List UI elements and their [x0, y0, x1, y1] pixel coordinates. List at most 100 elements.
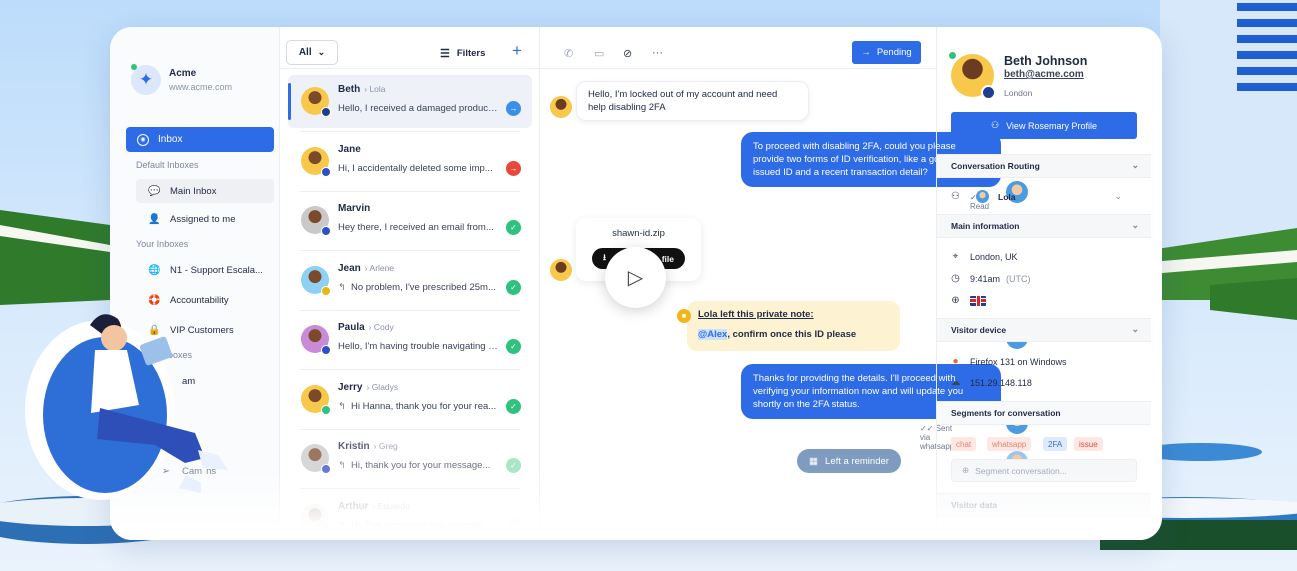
app-window: ✦ Acme www.acme.com ◉ Inbox Default Inbo… — [110, 27, 1162, 540]
download-label: file — [661, 253, 674, 264]
conversation-item[interactable]: Kristin › Greg ↰ Hi, thank you for your mes… — [288, 432, 532, 485]
device-ip: ☁ 151.29.148.118 — [950, 377, 1032, 388]
assignee: › Lola — [364, 84, 385, 94]
contact-name: Jerry — [338, 381, 363, 393]
segment-tag[interactable]: chat — [951, 437, 977, 451]
country-flag-icon — [321, 285, 331, 296]
chat-bubble-icon: 💬 — [148, 185, 161, 197]
list-divider — [300, 250, 520, 251]
contact-name: Jane — [338, 143, 361, 155]
message-bubble-incoming: Hello, I'm locked out of my account and … — [576, 81, 809, 121]
person-icon: ⚇ — [991, 120, 1000, 130]
file-name: shawn-id.zip — [612, 228, 665, 239]
conversation-routing-header[interactable]: Conversation Routing ⌄ — [937, 154, 1151, 178]
sidebar-item-n1-support[interactable]: 🌐 N1 - Support Escala... — [136, 258, 274, 282]
note-bookmark-icon: ■ — [677, 309, 691, 323]
chevron-right-icon: › — [364, 262, 368, 273]
list-divider — [300, 309, 520, 311]
conversation-preview: Hello, I received a damaged product... — [338, 103, 498, 114]
list-divider — [300, 488, 520, 489]
profile-location: London — [1004, 88, 1033, 98]
conversation-contact: Jerry › Gladys — [338, 382, 398, 393]
globe-icon: 🌐 — [148, 264, 161, 276]
conversation-item[interactable]: Jerry › Gladys ↰ Hi Hanna, thank you for yo… — [288, 373, 532, 426]
play-icon: ▷ — [627, 267, 644, 289]
reminder-chip[interactable]: ▦ Left a reminder — [797, 449, 901, 473]
person-icon: ⚇ — [951, 191, 960, 202]
mention-alex[interactable]: @Alex — [698, 329, 728, 340]
sidebar-item-main-inbox[interactable]: 💬 Main Inbox — [136, 179, 274, 203]
assignee-name: Lola — [369, 84, 386, 94]
more-icon[interactable]: ··· — [652, 47, 663, 59]
conversation-preview: ↰ Hi Hanna, thank you for your rea... — [338, 401, 498, 412]
info-local-time: ◷ 9:41am (UTC) — [950, 273, 1030, 284]
preview-text: Hello, I received a damaged product... — [338, 103, 498, 114]
plus-circle-icon: ⊕ — [962, 465, 970, 475]
conversation-contact: Kristin › Greg — [338, 441, 398, 452]
conversation-preview: Hey there, I received an email from... — [338, 222, 498, 233]
visitor-data-header[interactable]: Visitor data — [937, 493, 1151, 517]
block-icon[interactable]: ⊘ — [623, 47, 632, 60]
reply-icon: ↰ — [338, 400, 346, 412]
country-flag-icon — [321, 464, 331, 474]
segment-input[interactable]: ⊕ Segment conversation... — [951, 459, 1137, 482]
chat-toolbar: ✆ ▭ ⊘ ··· → Pending — [540, 27, 936, 69]
preview-text: Hi, thank you for your message... — [350, 460, 491, 471]
play-video-button[interactable]: ▷ — [605, 247, 666, 308]
chevron-down-icon: ⌄ — [1131, 324, 1139, 334]
filters-button[interactable]: ☰ Filters — [440, 47, 485, 60]
check-icon: ✓ — [506, 339, 521, 354]
sidebar-item-label: Assigned to me — [170, 213, 236, 225]
contact-name: Kristin — [338, 441, 370, 452]
chevron-down-icon: ⌄ — [317, 47, 326, 57]
chevron-down-icon: ⌄ — [1114, 191, 1123, 201]
conversation-item[interactable]: Paula › Cody Hello, I'm having trouble nav… — [288, 313, 532, 366]
conversation-item[interactable]: Beth › Lola Hello, I received a damaged pr… — [288, 75, 532, 128]
reminder-label: Left a reminder — [825, 455, 889, 467]
filter-select[interactable]: All ⌄ — [286, 40, 338, 65]
pending-button[interactable]: → Pending — [852, 41, 921, 64]
person-icon: 👤 — [148, 213, 161, 225]
conversation-preview: ↰ Hi, thank you for your message... — [338, 460, 498, 471]
conversation-preview: ↰ No problem, I've prescribed 25m... — [338, 282, 498, 293]
conversation-contact: Jane — [338, 144, 361, 155]
sidebar-item-assigned-to-me[interactable]: 👤 Assigned to me — [136, 207, 274, 231]
device-browser: ● Firefox 131 on Windows — [950, 356, 1066, 367]
conversation-item[interactable]: Jean › Arlene ↰ No problem, I've prescribed… — [288, 254, 532, 307]
sparkle-logo-icon: ✦ — [131, 64, 161, 95]
segment-tag[interactable]: issue — [1074, 437, 1103, 451]
segment-tag[interactable]: whatsapp — [987, 437, 1032, 451]
workspace-brand[interactable]: ✦ Acme www.acme.com — [131, 64, 232, 95]
inbox-button[interactable]: ◉ Inbox — [126, 127, 274, 152]
assignee-avatar — [976, 190, 989, 203]
sidebar-item-label: Main Inbox — [170, 185, 217, 197]
section-title: Visitor device — [951, 325, 1007, 335]
chevron-right-icon: › — [372, 500, 376, 511]
view-profile-button[interactable]: ⚇ View Rosemary Profile — [951, 112, 1137, 139]
map-pin-icon: ⌖ — [952, 251, 959, 262]
uk-flag-icon — [970, 295, 986, 306]
cloud-icon: ☁ — [950, 377, 961, 388]
phone-icon[interactable]: ✆ — [564, 47, 573, 60]
add-conversation-button[interactable]: + — [512, 41, 522, 61]
visitor-device-header[interactable]: Visitor device ⌄ — [937, 318, 1151, 342]
conversation-item[interactable]: Marvin Hey there, I received an email fro… — [288, 194, 532, 247]
conversation-preview: Hi, I accidentally deleted some imp... — [338, 163, 498, 174]
note-text: , confirm once this ID please — [727, 329, 857, 340]
conversation-contact: Beth › Lola — [338, 84, 386, 95]
routing-assignee-select[interactable]: ⚇ Lola ⌄ — [950, 190, 1122, 203]
country-flag-icon — [321, 523, 331, 534]
video-icon[interactable]: ▭ — [594, 47, 604, 60]
main-information-header[interactable]: Main information ⌄ — [937, 214, 1151, 238]
country-flag-icon — [321, 166, 331, 177]
contact-name: Marvin — [338, 203, 371, 214]
profile-email[interactable]: beth@acme.com — [1004, 69, 1084, 80]
segment-tag[interactable]: 2FA — [1043, 437, 1068, 451]
section-title: Conversation Routing — [951, 161, 1040, 171]
list-divider — [300, 190, 520, 192]
assignee: › Cody — [369, 322, 394, 332]
chevron-right-icon: › — [364, 84, 368, 94]
conversation-item[interactable]: Arthur › Eduardo ↰ Hi, The symptoms you des… — [288, 492, 532, 541]
conversation-item[interactable]: Jane Hi, I accidentally deleted some imp.… — [288, 135, 532, 188]
clock-icon: ◷ — [951, 273, 960, 284]
